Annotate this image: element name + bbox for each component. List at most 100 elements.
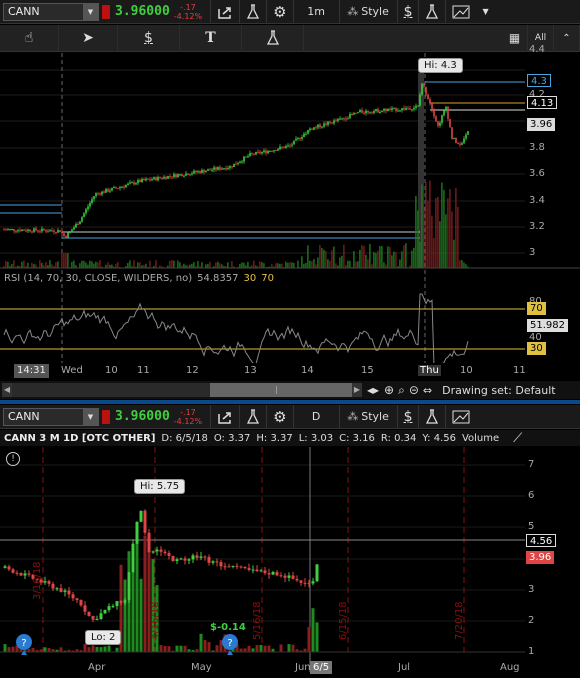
drawings-button[interactable]	[445, 404, 476, 429]
candle-body	[149, 179, 151, 181]
volume-bar	[423, 206, 425, 268]
flag-icon[interactable]	[102, 409, 110, 424]
volume-bar	[41, 262, 43, 268]
volume-bar	[87, 647, 91, 652]
volume-bar	[465, 264, 467, 268]
intraday-chart[interactable]	[0, 53, 580, 368]
pan-tool[interactable]: ☝	[0, 24, 59, 52]
zoom-icon[interactable]: ⌕	[398, 383, 405, 398]
candle-body	[131, 543, 135, 573]
candle-body	[107, 606, 111, 611]
candle-body	[13, 228, 15, 231]
reset-icon[interactable]: ⇔	[423, 384, 432, 397]
volume-bar	[389, 246, 391, 268]
scrollbar-track[interactable]	[12, 383, 352, 397]
share-button[interactable]	[210, 0, 239, 24]
candle-body	[269, 150, 271, 152]
candle-body	[223, 168, 225, 170]
grid-button[interactable]: ▦	[502, 24, 528, 52]
info-icon[interactable]: !	[6, 452, 20, 466]
volume-bar	[7, 647, 11, 652]
candle-body	[27, 229, 29, 232]
scroll-left-icon[interactable]: ◀	[2, 383, 12, 397]
candle-body	[369, 112, 371, 114]
pointer-tool[interactable]: ➤	[59, 24, 118, 52]
studies-button-2[interactable]	[418, 404, 445, 429]
candle-body	[123, 186, 125, 188]
candle-body	[95, 619, 99, 621]
settings-button[interactable]: ⚙	[266, 0, 292, 24]
symbol-dropdown-icon[interactable]: ▼	[83, 408, 98, 425]
volume-bar	[95, 646, 99, 652]
event-icon[interactable]: ?	[15, 633, 33, 655]
volume-bar	[307, 245, 309, 268]
price-tool[interactable]: $	[118, 24, 180, 52]
candle-body	[175, 559, 179, 562]
volume-bar	[91, 645, 95, 652]
candle-body	[215, 561, 219, 563]
drawing-icon	[452, 410, 470, 423]
collapse-button[interactable]: ⌃	[554, 24, 580, 52]
more-button[interactable]: ▼	[476, 0, 494, 24]
candle-body	[135, 521, 139, 544]
zoom-out-icon[interactable]: ⊝	[409, 383, 419, 397]
style-button[interactable]: ⁂ Style	[338, 404, 397, 429]
rsi-tag-value: 51.982	[527, 319, 568, 332]
drawing-icon[interactable]: ⟋	[513, 431, 522, 446]
settings-button[interactable]: ⚙	[266, 404, 292, 429]
timeframe-button[interactable]: 1m	[292, 0, 339, 24]
expand-icon[interactable]: ◂▸	[367, 383, 379, 397]
panel-separator[interactable]	[0, 400, 580, 404]
volume-bar	[371, 264, 373, 268]
symbol-text: CANN	[8, 410, 40, 423]
candle-body	[233, 163, 235, 167]
hand-icon: ☝	[24, 30, 34, 46]
candle-body	[117, 188, 119, 190]
symbol-dropdown-icon[interactable]: ▼	[83, 3, 98, 20]
candle-body	[185, 173, 187, 176]
x-label: 10	[105, 365, 118, 376]
candle-body	[315, 127, 317, 129]
x-label: Apr	[88, 662, 106, 673]
candle-body	[301, 137, 303, 139]
pricetype-button[interactable]: $	[396, 0, 419, 24]
share-button[interactable]	[210, 404, 239, 429]
studies-button[interactable]	[239, 404, 266, 429]
studies-button-2[interactable]	[418, 0, 445, 24]
crosshair-icon[interactable]: ⊕	[384, 383, 394, 397]
candle-body	[171, 555, 175, 562]
symbol-input[interactable]: CANN ▼	[3, 407, 99, 426]
earnings-event-icon[interactable]: ?	[221, 633, 239, 655]
candle-body	[11, 228, 13, 230]
bottom-chart-toolbar: CANN ▼ 3.96000 -.17 -4.12% ⚙ D ⁂ Style $	[0, 404, 580, 429]
volume-bar	[447, 198, 449, 268]
candle-body	[75, 224, 77, 228]
volume-bar	[33, 264, 35, 268]
study-label[interactable]: RSI (14, 70, 30, CLOSE, WILDERS, no)	[4, 273, 192, 284]
volume-bar	[393, 251, 395, 268]
style-button[interactable]: ⁂ Style	[338, 0, 397, 24]
scroll-right-icon[interactable]: ▶	[352, 383, 362, 397]
candle-body	[79, 600, 83, 606]
study-tool[interactable]	[242, 24, 304, 52]
flag-icon[interactable]	[102, 4, 110, 19]
x-axis-top: 14:31 Wed 10 11 12 13 14 15 Thu 10 11	[0, 363, 580, 380]
volume-bar	[267, 645, 271, 652]
text-tool[interactable]: T	[180, 24, 242, 52]
drawings-button[interactable]	[445, 0, 476, 24]
candle-body	[417, 105, 419, 107]
dollar-icon: $	[403, 408, 413, 425]
symbol-input[interactable]: CANN ▼	[3, 2, 99, 21]
volume-bar	[315, 622, 319, 652]
top-chart-toolbar: CANN ▼ 3.96000 -.17 -4.12% ⚙ 1m ⁂ Style …	[0, 0, 580, 24]
studies-button[interactable]	[239, 0, 266, 24]
candle-body	[187, 173, 189, 175]
candle-body	[245, 156, 247, 158]
drawing-set-label[interactable]: Drawing set: Default	[442, 384, 555, 397]
volume-bar	[247, 261, 249, 268]
scrollbar-thumb[interactable]	[210, 383, 352, 397]
timeframe-button[interactable]: D	[292, 404, 339, 429]
candle-body	[399, 110, 401, 112]
price-tag-high: 4.3	[527, 74, 551, 87]
pricetype-button[interactable]: $	[396, 404, 419, 429]
